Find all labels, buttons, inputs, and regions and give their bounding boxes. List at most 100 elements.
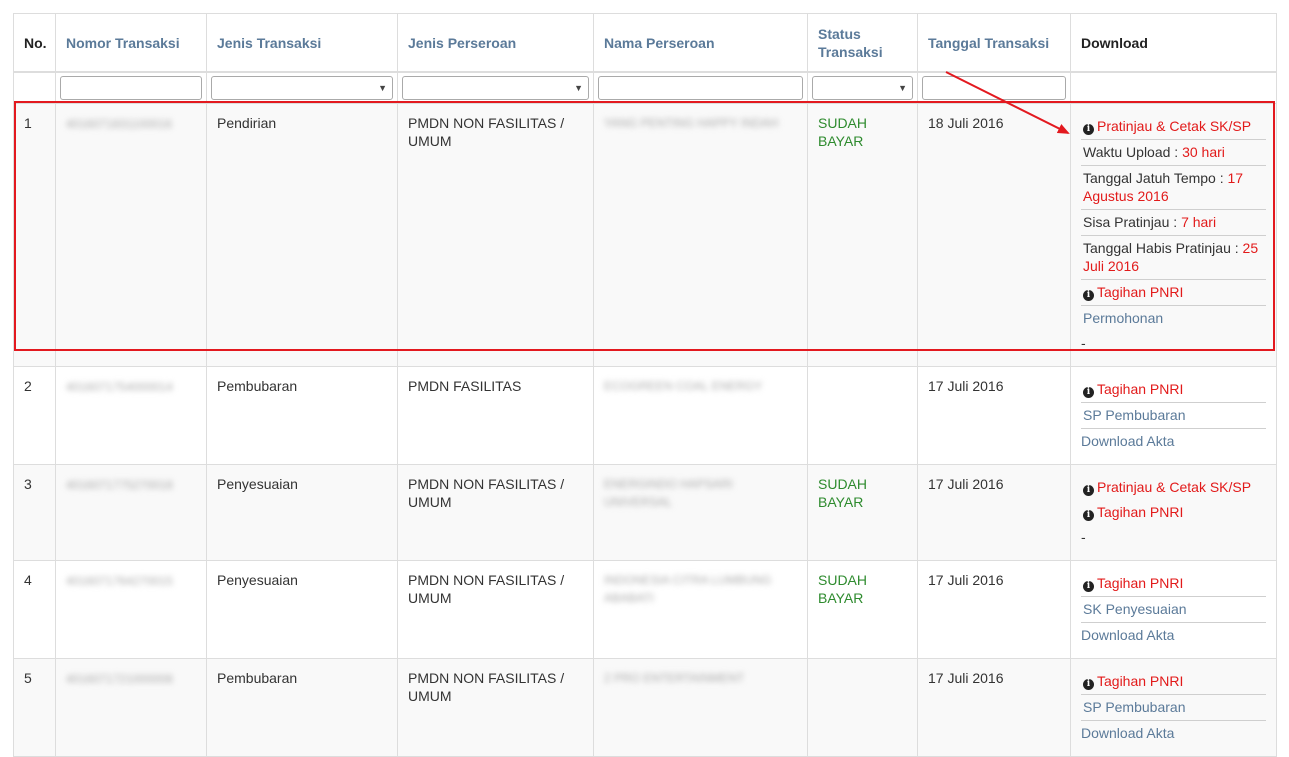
cell-download: i Pratinjau & Cetak SK/SP i Tagihan PNRI - [1070, 464, 1277, 561]
link-label: Tagihan PNRI [1097, 673, 1184, 689]
cell-nama: 2 PRO ENTERTAINMENT [593, 658, 808, 757]
cell-status: SUDAH BAYAR [807, 560, 918, 659]
text-line: PMDN NON FASILITAS / [408, 115, 565, 131]
blurred-text: 4016071754000014 [66, 380, 173, 394]
filter-jenis-transaksi-select[interactable]: ▼ [211, 76, 393, 100]
cell-nomor: 4016071831100016 [55, 103, 207, 367]
cell-no: 1 [13, 103, 56, 367]
text-line: UMUM [408, 494, 452, 510]
sp-pembubaran-link[interactable]: SP Pembubaran [1081, 403, 1266, 429]
status-line: BAYAR [818, 494, 864, 510]
filter-jenis-perseroan-select[interactable]: ▼ [402, 76, 589, 100]
header-nomor-transaksi[interactable]: Nomor Transaksi [55, 13, 207, 73]
table-row: 5 4016071721000008 Pembubaran PMDN NON F… [13, 658, 1277, 757]
blurred-text: YANG PENTING HAPPY INDAH [604, 116, 779, 130]
download-akta-link[interactable]: Download Akta [1081, 623, 1266, 648]
cell-no: 2 [13, 366, 56, 465]
blurred-text: 4016071721000008 [66, 672, 173, 686]
filter-tanggal-input[interactable] [922, 76, 1066, 100]
filter-cell-jenis-perseroan: ▼ [397, 71, 594, 104]
cell-nomor: 4016071775270018 [55, 464, 207, 561]
header-row: No. Nomor Transaksi Jenis Transaksi Jeni… [13, 13, 1277, 73]
cell-nama: ENERGINDO HAPSARI UNIVERSAL [593, 464, 808, 561]
cell-no: 5 [13, 658, 56, 757]
cell-jenis-transaksi: Pendirian [206, 103, 398, 367]
header-status-transaksi[interactable]: Status Transaksi [807, 13, 918, 73]
cell-nomor: 4016071754000014 [55, 366, 207, 465]
cell-tanggal: 17 Juli 2016 [917, 658, 1071, 757]
info-circle-icon: i [1083, 124, 1094, 135]
header-download: Download [1070, 13, 1277, 73]
text-line: PMDN NON FASILITAS / [408, 476, 565, 492]
cell-nomor: 4016071764270015 [55, 560, 207, 659]
filter-cell-status: ▼ [807, 71, 918, 104]
text-line: PMDN FASILITAS [408, 378, 522, 394]
status-line: SUDAH [818, 476, 868, 492]
text-line: PMDN NON FASILITAS / [408, 572, 565, 588]
cell-jenis-perseroan: PMDN FASILITAS [397, 366, 594, 465]
text-line: UMUM [408, 688, 452, 704]
sp-pembubaran-link[interactable]: SP Pembubaran [1081, 695, 1266, 721]
filter-nomor-input[interactable] [60, 76, 202, 100]
table-row: 2 4016071754000014 Pembubaran PMDN FASIL… [13, 366, 1277, 465]
cell-tanggal: 18 Juli 2016 [917, 103, 1071, 367]
table-row: 3 4016071775270018 Penyesuaian PMDN NON … [13, 464, 1277, 561]
tagihan-pnri-link[interactable]: i Tagihan PNRI [1081, 571, 1266, 597]
header-jenis-perseroan[interactable]: Jenis Perseroan [397, 13, 594, 73]
tagihan-pnri-link[interactable]: i Tagihan PNRI [1081, 377, 1266, 403]
label: Sisa Pratinjau : [1083, 214, 1182, 230]
filter-nama-input[interactable] [598, 76, 803, 100]
cell-no: 3 [13, 464, 56, 561]
caret-down-icon: ▼ [574, 83, 583, 93]
info-circle-icon: i [1083, 679, 1094, 690]
filter-status-select[interactable]: ▼ [812, 76, 913, 100]
cell-nama: ECOGREEN COAL ENERGY [593, 366, 808, 465]
header-status-line2: Transaksi [818, 43, 883, 60]
cell-jenis-transaksi: Penyesuaian [206, 464, 398, 561]
filter-cell-nomor [55, 71, 207, 104]
table-row: 1 4016071831100016 Pendirian PMDN NON FA… [13, 103, 1277, 367]
blurred-text: UNIVERSAL [604, 495, 673, 509]
cell-jenis-perseroan: PMDN NON FASILITAS / UMUM [397, 658, 594, 757]
cell-jenis-transaksi: Penyesuaian [206, 560, 398, 659]
cell-jenis-perseroan: PMDN NON FASILITAS / UMUM [397, 464, 594, 561]
header-no: No. [13, 13, 56, 73]
transaction-table: No. Nomor Transaksi Jenis Transaksi Jeni… [13, 13, 1277, 757]
cell-jenis-perseroan: PMDN NON FASILITAS / UMUM [397, 103, 594, 367]
cell-tanggal: 17 Juli 2016 [917, 366, 1071, 465]
filter-cell-download [1070, 71, 1277, 104]
status-line: SUDAH [818, 115, 868, 131]
sisa-pratinjau: Sisa Pratinjau : 7 hari [1081, 210, 1266, 236]
cell-download: i Pratinjau & Cetak SK/SP Waktu Upload : … [1070, 103, 1277, 367]
download-akta-link[interactable]: Download Akta [1081, 429, 1266, 454]
tagihan-pnri-link[interactable]: i Tagihan PNRI [1081, 669, 1266, 695]
filter-cell-tanggal [917, 71, 1071, 104]
cell-tanggal: 17 Juli 2016 [917, 560, 1071, 659]
cell-nomor: 4016071721000008 [55, 658, 207, 757]
permohonan-link[interactable]: Permohonan [1081, 306, 1266, 331]
pratinjau-link[interactable]: i Pratinjau & Cetak SK/SP [1081, 114, 1266, 140]
info-circle-icon: i [1083, 581, 1094, 592]
cell-status: SUDAH BAYAR [807, 464, 918, 561]
cell-no: 4 [13, 560, 56, 659]
header-tanggal-transaksi[interactable]: Tanggal Transaksi [917, 13, 1071, 73]
sk-penyesuaian-link[interactable]: SK Penyesuaian [1081, 597, 1266, 623]
cell-status [807, 658, 918, 757]
tanggal-habis-pratinjau: Tanggal Habis Pratinjau : 25 Juli 2016 [1081, 236, 1266, 280]
header-nama-perseroan[interactable]: Nama Perseroan [593, 13, 808, 73]
tagihan-pnri-link[interactable]: i Tagihan PNRI [1081, 280, 1266, 306]
header-status-line1: Status [818, 25, 861, 42]
tagihan-pnri-link[interactable]: i Tagihan PNRI [1081, 500, 1266, 525]
value: 7 hari [1181, 214, 1217, 230]
blurred-text: ABABATI [604, 591, 654, 605]
header-jenis-transaksi[interactable]: Jenis Transaksi [206, 13, 398, 73]
link-label: Tagihan PNRI [1097, 504, 1184, 520]
download-akta-link[interactable]: Download Akta [1081, 721, 1266, 746]
filter-cell-nama [593, 71, 808, 104]
dash-text: - [1081, 529, 1086, 545]
pratinjau-link[interactable]: i Pratinjau & Cetak SK/SP [1081, 475, 1266, 500]
link-label: Pratinjau & Cetak SK/SP [1097, 118, 1252, 134]
value: 30 hari [1182, 144, 1225, 160]
status-line: BAYAR [818, 590, 864, 606]
label: Tanggal Habis Pratinjau : [1083, 240, 1243, 256]
